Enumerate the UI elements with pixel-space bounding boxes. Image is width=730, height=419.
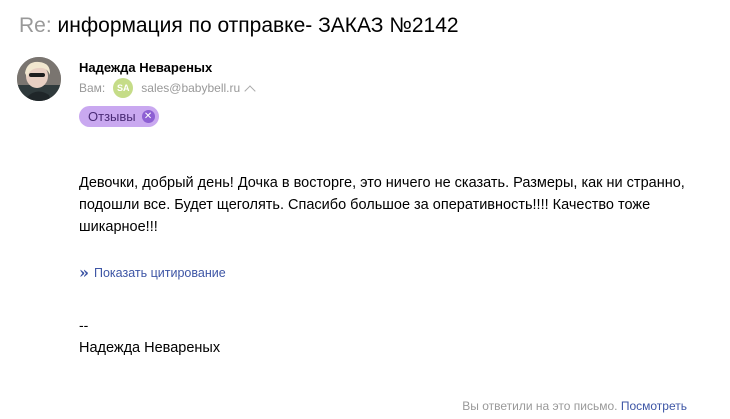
recipient-row: Вам: SA sales@babybell.ru xyxy=(79,78,256,98)
subject-title: информация по отправке- ЗАКАЗ №2142 xyxy=(57,14,459,37)
signature-name: Надежда Невареных xyxy=(79,340,221,356)
quote-icon: » xyxy=(79,263,89,282)
message-body: Девочки, добрый день! Дочка в восторге, … xyxy=(79,175,685,235)
close-icon[interactable]: ✕ xyxy=(141,110,155,123)
recipient-email[interactable]: sales@babybell.ru xyxy=(141,81,240,95)
recipient-label: Вам: xyxy=(79,81,106,95)
sender-avatar[interactable] xyxy=(17,57,61,101)
replied-text: Вы ответили на это письмо. xyxy=(462,399,618,413)
show-quote-link[interactable]: » Показать цитирование xyxy=(79,263,226,282)
show-quote-label: Показать цитирование xyxy=(94,266,226,280)
label-tag-text: Отзывы xyxy=(88,109,136,124)
recipient-avatar-badge: SA xyxy=(113,78,134,98)
avatar-photo-icon xyxy=(17,57,61,101)
view-reply-link[interactable]: Посмотреть xyxy=(621,399,687,413)
label-tag[interactable]: Отзывы ✕ xyxy=(79,106,159,127)
subject-prefix: Re: xyxy=(19,14,52,37)
chevron-up-icon[interactable] xyxy=(244,84,256,97)
email-subject: Re: информация по отправке- ЗАКАЗ №2142 xyxy=(19,12,459,40)
sender-name[interactable]: Надежда Невареных xyxy=(79,60,212,76)
signature-separator: -- xyxy=(79,317,89,333)
reply-status: Вы ответили на это письмо. Посмотреть xyxy=(462,399,687,413)
